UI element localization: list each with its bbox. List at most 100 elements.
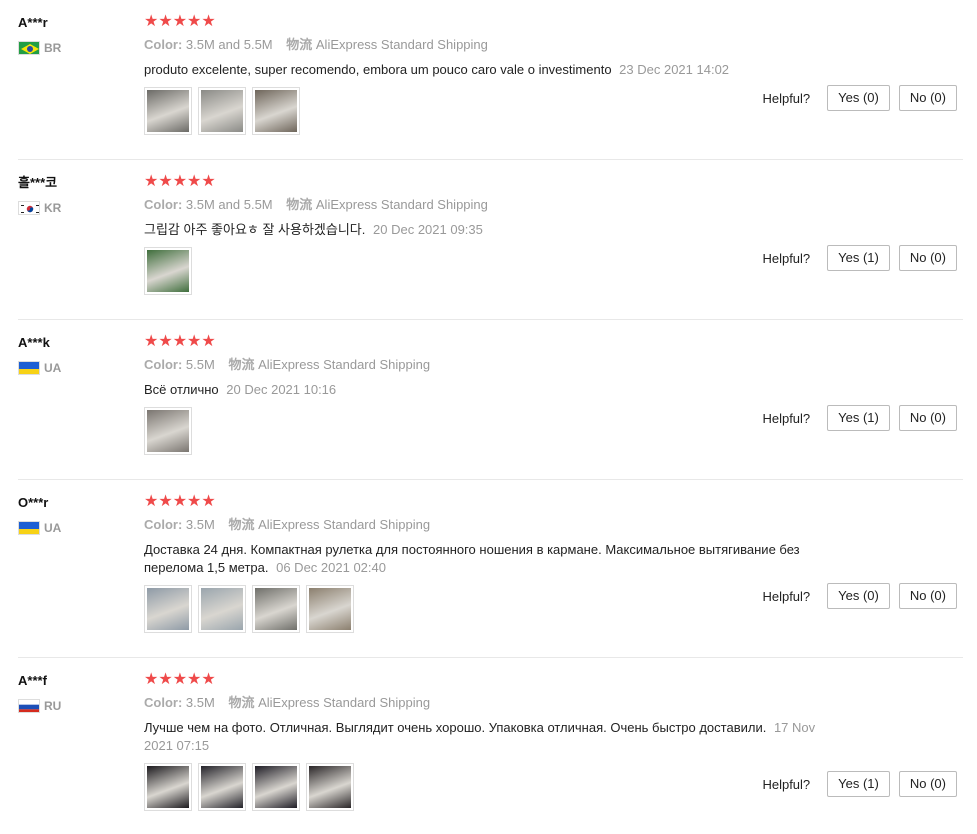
- review-meta: Color: 3.5M and 5.5M 物流 AliExpress Stand…: [144, 36, 844, 54]
- country-code: UA: [44, 361, 62, 375]
- review-list: A***r BR ★★★★★ Color: 3.5M and 5.5M 物流 A…: [0, 0, 977, 834]
- vote-no-button[interactable]: No (0): [898, 771, 957, 797]
- color-value: 3.5M: [185, 695, 215, 710]
- review-text-block: produto excelente, super recomendo, embo…: [144, 61, 844, 79]
- review-text-block: Доставка 24 дня. Компактная рулетка для …: [144, 541, 844, 577]
- review-text-block: 그립감 아주 좋아요ㅎ 잘 사용하겠습니다. 20 Dec 2021 09:35: [144, 221, 844, 239]
- review-text: Доставка 24 дня. Компактная рулетка для …: [144, 542, 800, 575]
- vote-no-button[interactable]: No (0): [898, 85, 957, 111]
- review-text: Всё отлично: [144, 382, 219, 397]
- logistics-value: AliExpress Standard Shipping: [258, 695, 431, 710]
- review-photos: [144, 247, 844, 295]
- review-text-block: Всё отлично 20 Dec 2021 10:16: [144, 381, 844, 399]
- review-date: 20 Dec 2021 10:16: [226, 382, 337, 397]
- review-body: ★★★★★ Color: 5.5M 物流 AliExpress Standard…: [144, 332, 844, 455]
- review-meta: Color: 3.5M and 5.5M 物流 AliExpress Stand…: [144, 196, 844, 214]
- review-photo-thumbnail[interactable]: [252, 585, 300, 633]
- reviewer-name: A***k: [18, 335, 50, 350]
- review-photos: [144, 585, 844, 633]
- country-flag-icon: [18, 41, 40, 55]
- logistics-value: AliExpress Standard Shipping: [315, 37, 488, 52]
- helpful-label: Helpful?: [762, 90, 811, 106]
- country-code: BR: [44, 41, 62, 55]
- country-code: UA: [44, 521, 62, 535]
- review-photo-thumbnail[interactable]: [144, 247, 192, 295]
- color-label: Color:: [144, 695, 183, 710]
- reviewer-country: UA: [18, 360, 138, 376]
- reviewer-info: O***r UA: [18, 494, 138, 536]
- review-meta: Color: 3.5M 物流 AliExpress Standard Shipp…: [144, 694, 844, 712]
- review-photo-thumbnail[interactable]: [306, 585, 354, 633]
- color-label: Color:: [144, 357, 183, 372]
- vote-yes-button[interactable]: Yes (1): [827, 245, 890, 271]
- reviewer-country: KR: [18, 200, 138, 216]
- color-label: Color:: [144, 197, 183, 212]
- logistics-value: AliExpress Standard Shipping: [258, 517, 431, 532]
- review-photo-thumbnail[interactable]: [144, 407, 192, 455]
- reviewer-country: UA: [18, 520, 138, 536]
- vote-yes-button[interactable]: Yes (1): [827, 405, 890, 431]
- review-text: produto excelente, super recomendo, embo…: [144, 62, 612, 77]
- logistics-label: 物流: [228, 517, 255, 532]
- vote-yes-button[interactable]: Yes (1): [827, 771, 890, 797]
- review-photo-thumbnail[interactable]: [144, 585, 192, 633]
- review-photos: [144, 87, 844, 135]
- reviewer-info: A***r BR: [18, 14, 138, 56]
- country-flag-icon: [18, 521, 40, 535]
- helpful-label: Helpful?: [762, 776, 811, 792]
- review-photo-thumbnail[interactable]: [198, 585, 246, 633]
- helpful-vote: Helpful? Yes (0) No (0): [762, 85, 957, 111]
- color-value: 3.5M and 5.5M: [185, 37, 273, 52]
- review-photo-thumbnail[interactable]: [252, 87, 300, 135]
- review-photos: [144, 407, 844, 455]
- review-photo-thumbnail[interactable]: [252, 763, 300, 811]
- vote-no-button[interactable]: No (0): [898, 583, 957, 609]
- reviewer-info: A***k UA: [18, 334, 138, 376]
- color-value: 3.5M: [185, 517, 215, 532]
- reviewer-name: A***r: [18, 15, 48, 30]
- review-date: 06 Dec 2021 02:40: [276, 560, 386, 575]
- helpful-vote: Helpful? Yes (0) No (0): [762, 583, 957, 609]
- review-date: 23 Dec 2021 14:02: [619, 62, 730, 77]
- helpful-label: Helpful?: [762, 588, 811, 604]
- review-photo-thumbnail[interactable]: [144, 87, 192, 135]
- logistics-value: AliExpress Standard Shipping: [315, 197, 488, 212]
- logistics-value: AliExpress Standard Shipping: [258, 357, 431, 372]
- review-photo-thumbnail[interactable]: [306, 763, 354, 811]
- vote-yes-button[interactable]: Yes (0): [827, 85, 890, 111]
- country-flag-icon: [18, 361, 40, 375]
- logistics-label: 物流: [286, 197, 313, 212]
- vote-no-button[interactable]: No (0): [898, 245, 957, 271]
- review-item: 흘***코 KR ★★★★★ Color: 3.5M and 5.5M 物流 A…: [18, 160, 963, 320]
- vote-yes-button[interactable]: Yes (0): [827, 583, 890, 609]
- color-label: Color:: [144, 37, 183, 52]
- reviewer-info: 흘***코 KR: [18, 174, 138, 216]
- logistics-label: 物流: [286, 37, 313, 52]
- star-rating: ★★★★★: [144, 333, 216, 350]
- review-item: O***r UA ★★★★★ Color: 3.5M 物流 AliExpress…: [18, 480, 963, 658]
- review-body: ★★★★★ Color: 3.5M 物流 AliExpress Standard…: [144, 492, 844, 633]
- helpful-vote: Helpful? Yes (1) No (0): [762, 771, 957, 797]
- review-photos: [144, 763, 844, 811]
- logistics-label: 物流: [228, 357, 255, 372]
- review-item: A***k UA ★★★★★ Color: 5.5M 物流 AliExpress…: [18, 320, 963, 480]
- reviewer-country: BR: [18, 40, 138, 56]
- review-meta: Color: 3.5M 物流 AliExpress Standard Shipp…: [144, 516, 844, 534]
- vote-no-button[interactable]: No (0): [898, 405, 957, 431]
- review-text: 그립감 아주 좋아요ㅎ 잘 사용하겠습니다.: [144, 222, 366, 237]
- review-photo-thumbnail[interactable]: [198, 763, 246, 811]
- review-body: ★★★★★ Color: 3.5M 物流 AliExpress Standard…: [144, 670, 844, 811]
- reviewer-info: A***f RU: [18, 672, 138, 714]
- star-rating: ★★★★★: [144, 671, 216, 688]
- review-photo-thumbnail[interactable]: [144, 763, 192, 811]
- country-code: RU: [44, 699, 62, 713]
- country-flag-icon: [18, 699, 40, 713]
- helpful-label: Helpful?: [762, 410, 811, 426]
- review-photo-thumbnail[interactable]: [198, 87, 246, 135]
- reviewer-name: A***f: [18, 673, 47, 688]
- star-rating: ★★★★★: [144, 13, 216, 30]
- review-text: Лучше чем на фото. Отличная. Выглядит оч…: [144, 720, 767, 735]
- review-item: A***f RU ★★★★★ Color: 3.5M 物流 AliExpress…: [18, 658, 963, 834]
- review-date: 20 Dec 2021 09:35: [373, 222, 483, 237]
- country-code: KR: [44, 201, 62, 215]
